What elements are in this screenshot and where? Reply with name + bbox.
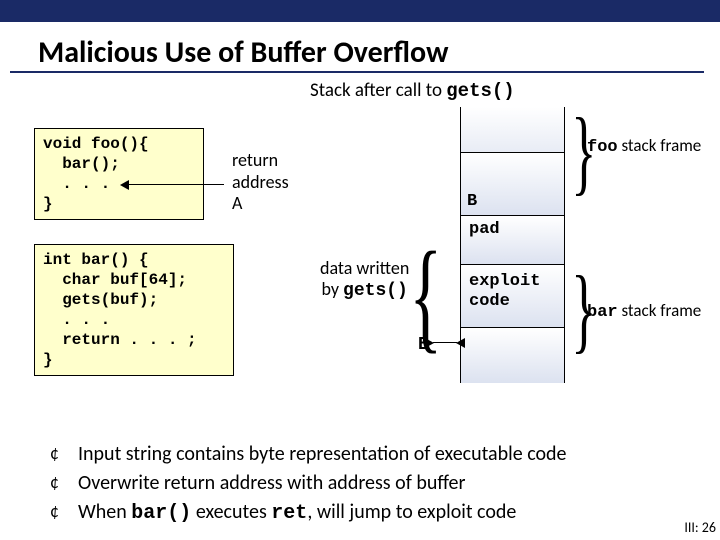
stack-diagram: B pad exploit code: [460, 107, 565, 383]
bullet-1: Input string contains byte representatio…: [50, 440, 710, 469]
stack-cell-exploit: exploit code: [461, 265, 564, 328]
slide-title: Malicious Use of Buffer Overflow: [10, 22, 704, 73]
subtitle-code: gets(): [446, 80, 514, 102]
stack-cell-empty: [461, 107, 564, 153]
arrow-return-to-foo: [128, 184, 224, 185]
label-foo-frame: foo stack frame: [587, 135, 701, 157]
b3-mid: executes: [191, 500, 271, 524]
label-data-written: data written by gets(): [320, 258, 409, 301]
bar-frame-code: bar: [587, 303, 618, 322]
bullet-list: Input string contains byte representatio…: [0, 432, 720, 528]
foo-frame-text: stack frame: [618, 135, 702, 156]
stack-cell-ret: B: [461, 153, 564, 216]
code-foo: void foo(){ bar(); . . . }: [34, 128, 204, 220]
bullet-3: When bar() executes ret, will jump to ex…: [50, 498, 710, 528]
stack-cell-pad: pad: [461, 216, 564, 265]
subtitle-text: Stack after call to: [310, 79, 446, 102]
b3-post: , will jump to exploit code: [307, 500, 516, 524]
b3-code2: ret: [271, 502, 307, 525]
foo-frame-code: foo: [587, 138, 618, 157]
stack-b-top: B: [467, 192, 477, 211]
label-bar-frame: bar stack frame: [587, 300, 701, 322]
code-bar: int bar() { char buf[64]; gets(buf); . .…: [34, 244, 234, 376]
slide-number: III: 26: [684, 519, 716, 536]
b3-pre: When: [78, 500, 131, 524]
b3-code1: bar(): [131, 502, 191, 525]
bullet-2: Overwrite return address with address of…: [50, 469, 710, 498]
label-return-address: return address A: [232, 150, 289, 215]
slide-top-bar: [0, 0, 720, 22]
bar-frame-text: stack frame: [618, 300, 702, 321]
arrow-b-pointer: [433, 342, 457, 343]
data-written-code: gets(): [343, 281, 408, 301]
diagram-area: void foo(){ bar(); . . . } return addres…: [0, 102, 720, 432]
stack-cell-bottom: [461, 328, 564, 383]
slide-subtitle: Stack after call to gets(): [0, 77, 720, 102]
